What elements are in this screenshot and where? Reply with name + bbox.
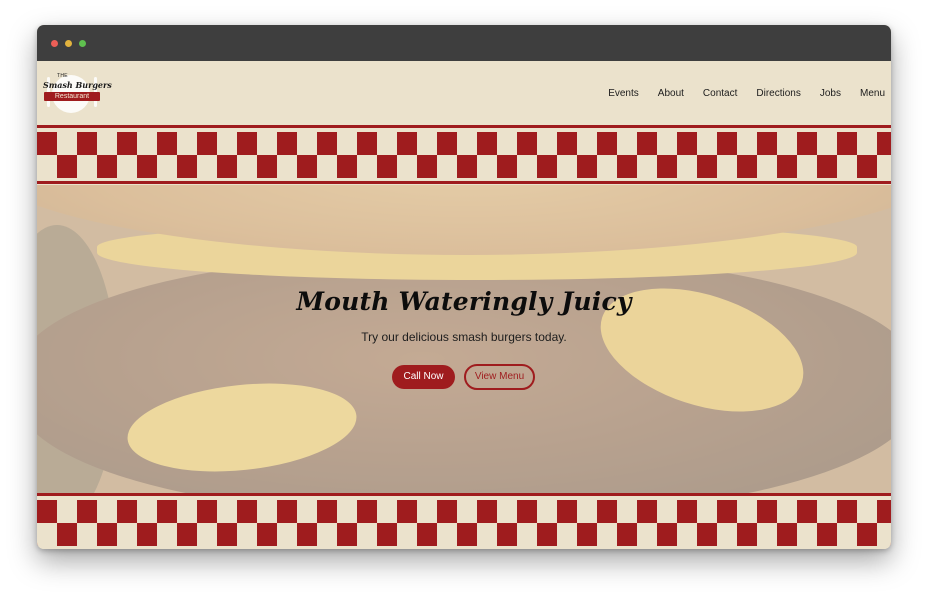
site-logo[interactable]: THE Smash Burgers Restaurant	[43, 71, 112, 115]
maximize-window-button[interactable]	[79, 40, 86, 47]
border-line	[37, 125, 891, 128]
window-titlebar	[37, 25, 891, 61]
checker-row	[37, 155, 891, 178]
nav-link-directions[interactable]: Directions	[756, 87, 800, 101]
logo-the-text: THE	[57, 73, 68, 79]
nav-link-jobs[interactable]: Jobs	[820, 87, 841, 101]
logo-name-text: Smash Burgers	[43, 80, 112, 90]
site-header: THE Smash Burgers Restaurant Events Abou…	[37, 61, 891, 125]
nav-link-menu[interactable]: Menu	[860, 87, 885, 101]
checker-row	[37, 523, 891, 546]
browser-window: THE Smash Burgers Restaurant Events Abou…	[37, 25, 891, 549]
hero-subtitle: Try our delicious smash burgers today.	[361, 330, 567, 344]
border-line	[37, 493, 891, 496]
checkered-border-top	[37, 125, 891, 185]
logo-restaurant-text: Restaurant	[44, 92, 100, 101]
view-menu-button[interactable]: View Menu	[464, 364, 535, 390]
nav-link-events[interactable]: Events	[608, 87, 639, 101]
hero-section: Mouth Wateringly Juicy Try our delicious…	[37, 185, 891, 493]
call-now-button[interactable]: Call Now	[392, 365, 455, 389]
main-nav: Events About Contact Directions Jobs Men…	[589, 87, 885, 101]
minimize-window-button[interactable]	[65, 40, 72, 47]
hero-title: Mouth Wateringly Juicy	[296, 287, 632, 316]
nav-link-contact[interactable]: Contact	[703, 87, 737, 101]
nav-link-about[interactable]: About	[658, 87, 684, 101]
close-window-button[interactable]	[51, 40, 58, 47]
border-line	[37, 181, 891, 184]
checkered-border-bottom	[37, 493, 891, 549]
